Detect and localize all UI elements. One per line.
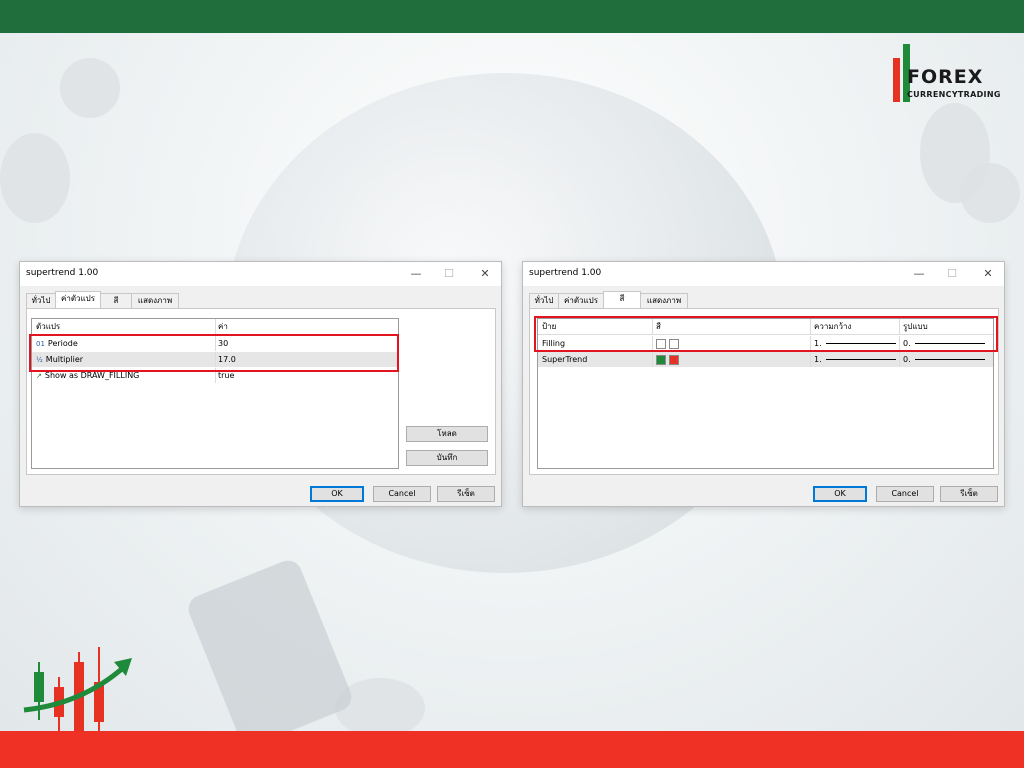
coin-graphic <box>60 58 120 118</box>
color-swatch[interactable] <box>669 354 679 365</box>
load-button[interactable]: โหลด <box>406 426 488 442</box>
style-value[interactable]: 0. <box>903 355 911 364</box>
tab-colors[interactable]: สี <box>603 291 641 308</box>
logo-subtitle: CURRENCYTRADING <box>907 90 1001 99</box>
minimize-icon[interactable]: — <box>904 265 934 283</box>
tab-colors[interactable]: สี <box>100 293 132 308</box>
maximize-icon[interactable]: ☐ <box>937 265 967 283</box>
reset-button[interactable]: รีเซ็ต <box>940 486 998 502</box>
phone-graphic <box>184 556 356 731</box>
color-swatch[interactable] <box>656 354 666 365</box>
boolean-icon: ↗ <box>36 372 42 380</box>
dialog-title: supertrend 1.00 <box>529 268 602 278</box>
tab-visualization[interactable]: แสดงภาพ <box>131 293 179 308</box>
tab-inputs[interactable]: ค่าตัวแปร <box>558 293 604 308</box>
tab-inputs[interactable]: ค่าตัวแปร <box>55 291 101 308</box>
tab-general[interactable]: ทั่วไป <box>529 293 559 308</box>
dialog-titlebar: supertrend 1.00 — ☐ ✕ <box>523 262 1004 286</box>
logo-title: FOREX <box>907 66 984 88</box>
coin-graphic <box>960 163 1020 223</box>
cancel-button[interactable]: Cancel <box>876 486 934 502</box>
table-row[interactable]: SuperTrend 1. 0. <box>538 352 993 367</box>
dialog-titlebar: supertrend 1.00 — ☐ ✕ <box>20 262 501 286</box>
highlight-box <box>29 334 399 372</box>
reset-button[interactable]: รีเซ็ต <box>437 486 495 502</box>
indicator-settings-dialog-colors: supertrend 1.00 — ☐ ✕ ทั่วไป ค่าตัวแปร ส… <box>522 261 1005 507</box>
ok-button[interactable]: OK <box>310 486 364 502</box>
tab-visualization[interactable]: แสดงภาพ <box>640 293 688 308</box>
highlight-box <box>534 316 998 352</box>
logo-bar-red <box>893 58 900 102</box>
save-button[interactable]: บันทึก <box>406 450 488 466</box>
minimize-icon[interactable]: — <box>401 265 431 283</box>
column-header-variable: ตัวแปร <box>36 322 61 331</box>
indicator-settings-dialog-inputs: supertrend 1.00 — ☐ ✕ ทั่วไป ค่าตัวแปร ส… <box>19 261 502 507</box>
line-style-preview <box>914 359 985 360</box>
tab-general[interactable]: ทั่วไป <box>26 293 56 308</box>
row-name: Show as DRAW_FILLING <box>44 371 140 380</box>
table-header: ตัวแปร ค่า <box>32 319 398 335</box>
coin-stack-graphic <box>0 133 70 223</box>
column-header-value: ค่า <box>218 322 228 331</box>
ok-button[interactable]: OK <box>813 486 867 502</box>
cancel-button[interactable]: Cancel <box>373 486 431 502</box>
width-value[interactable]: 1. <box>814 355 822 364</box>
dialog-title: supertrend 1.00 <box>26 268 99 278</box>
maximize-icon[interactable]: ☐ <box>434 265 464 283</box>
top-banner <box>0 0 1024 33</box>
close-icon[interactable]: ✕ <box>470 265 500 283</box>
row-label: SuperTrend <box>542 355 588 364</box>
bottom-banner <box>0 731 1024 768</box>
close-icon[interactable]: ✕ <box>973 265 1003 283</box>
line-width-preview <box>825 359 896 360</box>
forex-logo: FOREX CURRENCYTRADING <box>893 44 1018 106</box>
